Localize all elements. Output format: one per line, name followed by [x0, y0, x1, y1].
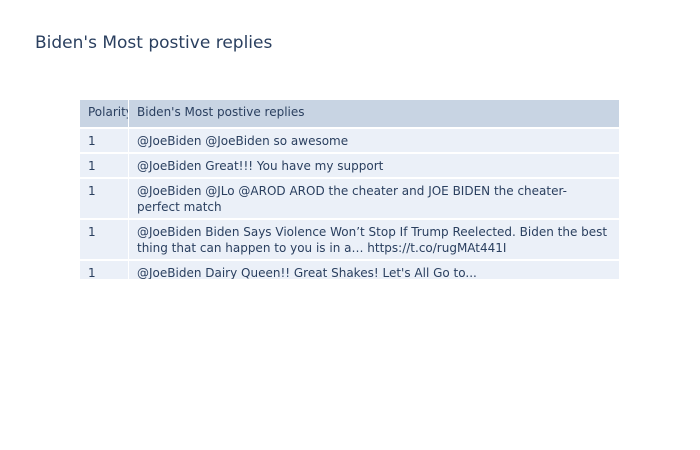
table-container: Polarity Biden's Most postive replies 1 …	[80, 100, 619, 279]
reply-cell: @JoeBiden Great!!! You have my support	[128, 153, 619, 178]
replies-table: Polarity Biden's Most postive replies 1 …	[80, 100, 619, 279]
polarity-cell: 1	[80, 178, 128, 219]
chart-title: Biden's Most postive replies	[35, 33, 273, 53]
reply-cell: @JoeBiden @JLo @AROD AROD the cheater an…	[128, 178, 619, 219]
table-row: 1 @JoeBiden Dairy Queen!! Great Shakes! …	[80, 260, 619, 279]
polarity-cell: 1	[80, 260, 128, 279]
column-header-polarity: Polarity	[80, 100, 128, 128]
column-header-replies: Biden's Most postive replies	[128, 100, 619, 128]
reply-cell: @JoeBiden @JoeBiden so awesome	[128, 128, 619, 153]
table-row: 1 @JoeBiden Great!!! You have my support	[80, 153, 619, 178]
reply-cell: @JoeBiden Dairy Queen!! Great Shakes! Le…	[128, 260, 619, 279]
reply-cell: @JoeBiden Biden Says Violence Won’t Stop…	[128, 219, 619, 260]
polarity-cell: 1	[80, 153, 128, 178]
table-row: 1 @JoeBiden Biden Says Violence Won’t St…	[80, 219, 619, 260]
polarity-cell: 1	[80, 219, 128, 260]
table-row: 1 @JoeBiden @JoeBiden so awesome	[80, 128, 619, 153]
table-header-row: Polarity Biden's Most postive replies	[80, 100, 619, 128]
polarity-cell: 1	[80, 128, 128, 153]
table-row: 1 @JoeBiden @JLo @AROD AROD the cheater …	[80, 178, 619, 219]
